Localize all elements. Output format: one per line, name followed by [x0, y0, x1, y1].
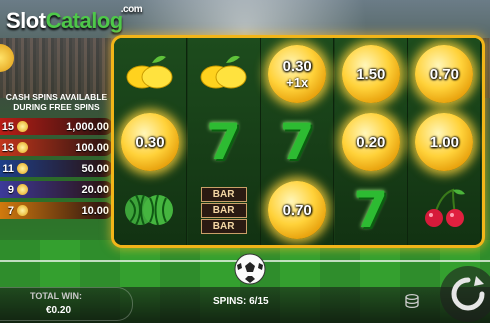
watermelon-symbol	[116, 177, 184, 243]
paytable-count: 7	[7, 204, 14, 217]
spins-counter: SPINS: 6/15	[213, 296, 269, 307]
paytable-value: 10.00	[81, 204, 109, 217]
paytable-row: 13 100.00	[0, 139, 113, 156]
lemon-icon	[196, 49, 252, 100]
cash-ball: 0.70	[268, 181, 327, 239]
paytable-count: 9	[7, 183, 14, 196]
reel-column: 0.30 +1x 7 0.70	[261, 38, 335, 245]
bar-label: BAR	[200, 186, 247, 202]
game-stage: SlotCatalog.com CASH SPINS AVAILABLE DUR…	[0, 0, 490, 323]
cash-ball: 1.50	[341, 45, 400, 103]
paytable-value: 50.00	[81, 162, 109, 175]
seven-symbol: 7	[337, 177, 405, 243]
paytable-count: 13	[1, 141, 14, 154]
cash-ball: 0.70	[415, 45, 474, 103]
paytable-row: 7 10.00	[0, 202, 113, 219]
paytable-value: 100.00	[75, 141, 109, 154]
coin-icon	[17, 163, 28, 174]
cash-value: 0.30	[135, 133, 165, 151]
site-logo: SlotCatalog.com	[6, 3, 143, 33]
total-win-value: €0.20	[46, 305, 72, 316]
bar-label: BAR	[200, 202, 247, 218]
cash-value: 0.70	[429, 65, 459, 83]
coin-icon	[17, 142, 28, 153]
paytable-value: 20.00	[81, 183, 109, 196]
watermelon-icon	[122, 186, 178, 235]
cash-ball: 0.30	[121, 113, 179, 171]
cash-ball-symbol: 0.20	[337, 109, 405, 175]
cash-ball: 0.20	[341, 113, 400, 171]
cherry-icon	[419, 186, 469, 235]
cash-value: 1.50	[356, 65, 386, 83]
cash-value: 0.70	[282, 201, 312, 219]
bar-icon: BAR BAR BAR	[200, 186, 247, 234]
reel-column: 0.70 1.00	[408, 38, 482, 245]
seven-symbol: 7	[190, 109, 258, 175]
paytable-row: 9 20.00	[0, 181, 113, 198]
lemon-symbol	[116, 41, 184, 107]
paytable-row: 15 1,000.00	[0, 118, 113, 135]
seven-symbol: 7	[263, 109, 331, 175]
reel-grid: 0.30 7 BAR BAR BAR 0.30 +1x 7 0.70 1.50 0.20 7 0.70 1…	[114, 38, 482, 245]
lemon-symbol	[190, 41, 258, 107]
refresh-icon	[451, 276, 485, 311]
seven-icon: 7	[353, 181, 389, 239]
cash-ball-symbol: 0.70	[263, 177, 331, 243]
cash-ball-symbol: 1.50	[337, 41, 405, 107]
reel-column: 7 BAR BAR BAR	[187, 38, 261, 245]
paytable-count: 11	[2, 162, 14, 175]
coin-icon	[17, 184, 28, 195]
seven-icon: 7	[279, 113, 315, 171]
cash-ball: 1.00	[415, 113, 474, 171]
cherry-symbol	[410, 177, 478, 243]
cash-value: 0.30	[282, 58, 312, 75]
spin-button[interactable]	[440, 266, 490, 322]
free-spins-note: CASH SPINS AVAILABLE DURING FREE SPINS	[5, 92, 108, 112]
total-win-label: TOTAL WIN:	[30, 291, 82, 301]
lemon-icon	[122, 49, 178, 100]
paytable-count: 15	[1, 120, 14, 133]
coin-icon	[17, 121, 28, 132]
coin-icon	[17, 205, 28, 216]
cash-ball: 0.30 +1x	[268, 45, 327, 103]
triple-bar-symbol: BAR BAR BAR	[190, 177, 258, 243]
paytable-row: 11 50.00	[0, 160, 113, 177]
paytable-value: 1,000.00	[66, 120, 109, 133]
bar-label: BAR	[200, 218, 247, 234]
cash-ball-symbol: 1.00	[410, 109, 478, 175]
coin-stack-icon[interactable]	[404, 293, 420, 309]
soccer-ball-icon	[234, 253, 266, 285]
multiplier: +1x	[286, 75, 309, 90]
cash-ball-symbol: 0.70	[410, 41, 478, 107]
cash-value: 0.20	[356, 133, 386, 151]
reel-column: 0.30	[114, 38, 187, 245]
seven-icon: 7	[206, 113, 241, 171]
cash-ball-symbol: 0.30	[116, 109, 184, 175]
cash-ball-symbol: 0.30 +1x	[263, 41, 331, 107]
paytable-panel: CASH SPINS AVAILABLE DURING FREE SPINS 1…	[0, 44, 113, 228]
cash-value: 1.00	[429, 133, 459, 151]
reel-column: 1.50 0.20 7	[334, 38, 408, 245]
